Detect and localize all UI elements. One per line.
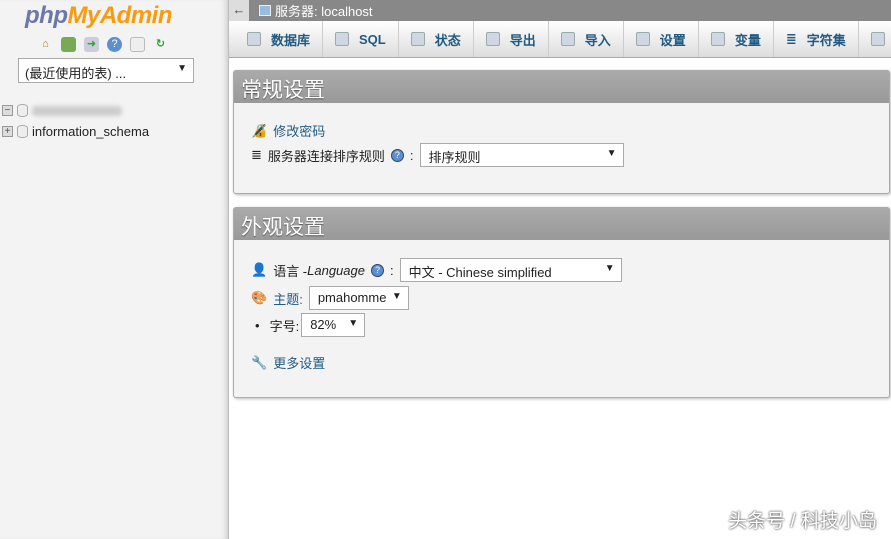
tab-status[interactable]: 状态 — [399, 21, 474, 57]
language-icon: 👤 — [251, 262, 268, 277]
query-window-icon[interactable]: ➜ — [84, 37, 99, 52]
more-settings-row[interactable]: 🔧 更多设置 — [251, 353, 325, 372]
bullet-icon: • — [255, 317, 260, 333]
tab-databases[interactable]: 数据库 — [235, 21, 324, 57]
panel-title: 常规设置 — [234, 71, 889, 103]
theme-select[interactable]: pmahomme ▼ — [308, 286, 409, 310]
tab-more[interactable] — [859, 21, 891, 57]
list-icon: ≣ — [251, 147, 262, 162]
chevron-down-icon: ▼ — [391, 291, 402, 302]
appearance-settings-panel: 外观设置 👤 语言 - Language?: 中文 - Chinese simpli… — [233, 207, 890, 398]
top-menu-tabs: 数据库 SQL 状态 导出 导入 设置 变量 ≣ 字符集 — [229, 21, 891, 58]
theme-link[interactable]: 主题: — [273, 289, 303, 308]
tree-item-information-schema[interactable]: + information_schema — [2, 124, 149, 139]
docs-icon[interactable] — [130, 37, 145, 52]
breadcrumb-bar: ← 服务器: localhost — [229, 0, 891, 21]
reload-icon[interactable]: ↻ — [153, 37, 168, 52]
help-icon[interactable]: ? — [107, 37, 122, 52]
wrench-icon: 🔧 — [251, 354, 268, 370]
chevron-down-icon: ▼ — [606, 148, 617, 159]
chevron-down-icon: ▼ — [177, 63, 187, 74]
recent-tables-select[interactable]: (最近使用的表) ... ▼ — [18, 58, 194, 83]
blurred-db-name — [32, 105, 122, 116]
phpmyadmin-logo[interactable]: phpMyAdmin — [25, 2, 172, 30]
tab-sql[interactable]: SQL — [323, 21, 399, 57]
back-arrow-icon[interactable]: ← — [229, 0, 249, 21]
charset-icon: ≣ — [785, 31, 797, 46]
watermark: 头条号 / 科技小岛 — [728, 511, 877, 532]
chevron-down-icon: ▼ — [604, 263, 615, 274]
import-icon — [560, 32, 575, 46]
theme-row: 🎨 主题: pmahomme ▼ — [251, 286, 409, 310]
change-password-row[interactable]: 🔏 修改密码 — [251, 121, 325, 140]
engines-icon — [870, 32, 885, 46]
palette-icon: 🎨 — [251, 290, 268, 305]
language-row: 👤 语言 - Language?: 中文 - Chinese simplified ▼ — [251, 258, 622, 282]
variables-icon — [710, 32, 725, 46]
change-password-link[interactable]: 修改密码 — [273, 121, 325, 140]
tab-import[interactable]: 导入 — [549, 21, 624, 57]
general-settings-panel: 常规设置 🔏 修改密码 ≣ 服务器连接排序规则?: 排序规则 ▼ — [233, 70, 890, 194]
tab-variables[interactable]: 变量 — [699, 21, 774, 57]
status-icon — [410, 32, 425, 46]
help-icon[interactable]: ? — [390, 148, 404, 162]
database-icon — [17, 104, 28, 117]
database-icon — [247, 32, 261, 46]
server-icon — [259, 5, 271, 16]
expand-icon[interactable]: + — [2, 126, 13, 137]
wrench-icon — [635, 32, 650, 46]
navigation-panel: phpMyAdmin ⌂ ➜ ? ↻ (最近使用的表) ... ▼ − + info… — [0, 0, 229, 539]
panel-title: 外观设置 — [234, 208, 889, 240]
font-size-select[interactable]: 82% ▼ — [301, 313, 366, 337]
breadcrumb-server[interactable]: 服务器: localhost — [259, 1, 373, 20]
logout-icon[interactable] — [61, 37, 76, 52]
tab-export[interactable]: 导出 — [474, 21, 549, 57]
database-icon — [17, 125, 28, 138]
db-name[interactable]: information_schema — [32, 124, 149, 139]
language-select[interactable]: 中文 - Chinese simplified ▼ — [399, 258, 622, 282]
chevron-down-icon: ▼ — [348, 318, 359, 329]
home-icon[interactable]: ⌂ — [38, 37, 53, 52]
help-icon[interactable]: ? — [370, 263, 384, 277]
collapse-icon[interactable]: − — [2, 105, 13, 116]
collation-row: ≣ 服务器连接排序规则?: 排序规则 ▼ — [251, 143, 624, 167]
export-icon — [485, 32, 500, 46]
sql-icon — [335, 32, 350, 46]
tab-settings[interactable]: 设置 — [624, 21, 699, 57]
font-size-row: • 字号: 82% ▼ — [251, 313, 366, 337]
tab-charsets[interactable]: ≣ 字符集 — [774, 21, 859, 57]
more-settings-link[interactable]: 更多设置 — [273, 353, 325, 372]
tree-item-blurred-db[interactable]: − — [2, 104, 122, 117]
collation-select[interactable]: 排序规则 ▼ — [419, 143, 624, 167]
change-password-icon: 🔏 — [251, 122, 268, 138]
